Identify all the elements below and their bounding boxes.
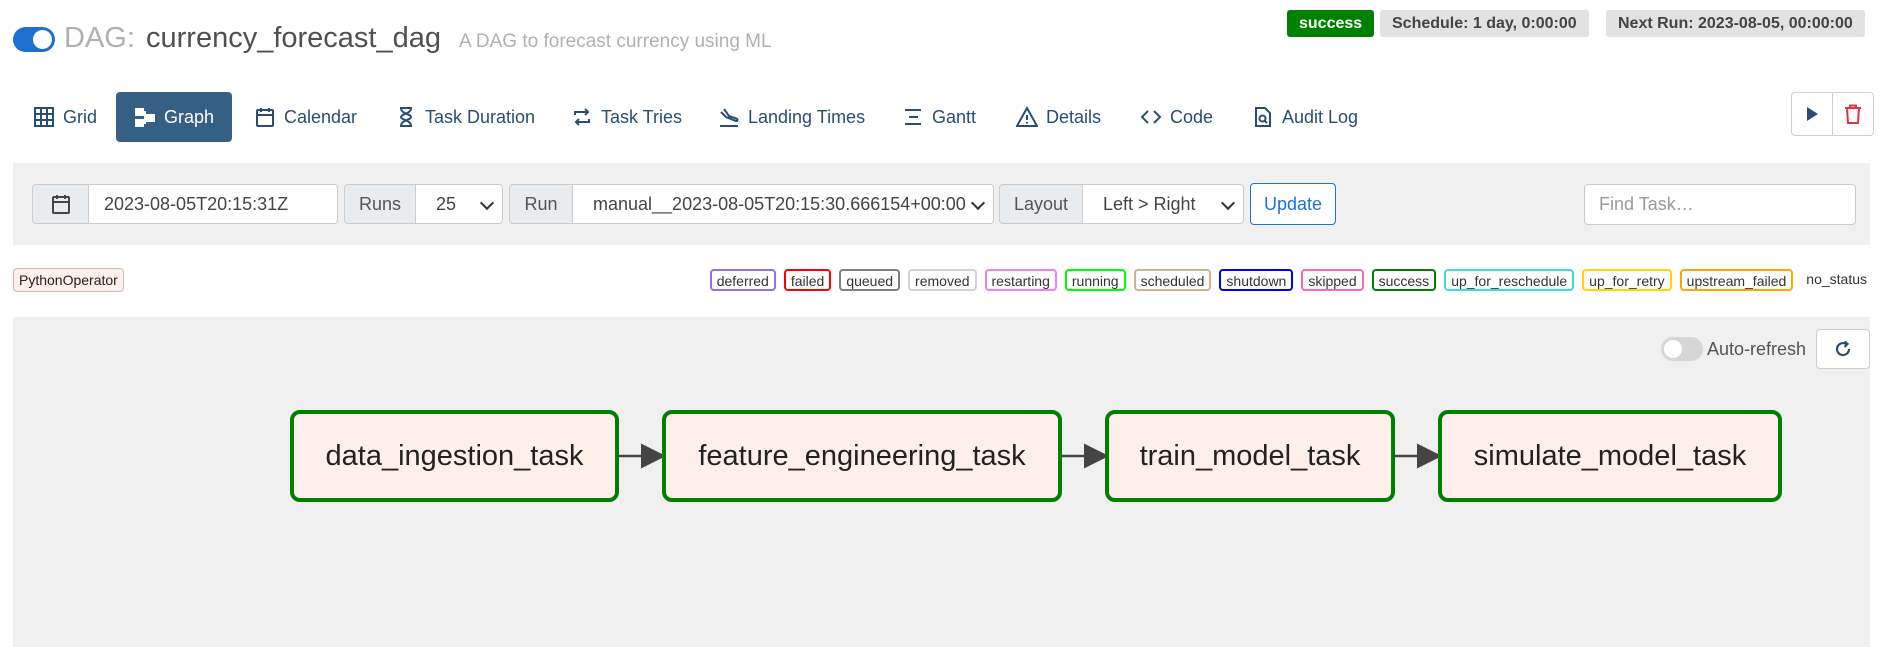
task-node-simulate-model[interactable]: simulate_model_task (1438, 410, 1782, 502)
task-node-feature-engineering[interactable]: feature_engineering_task (662, 410, 1062, 502)
graph-edges (619, 443, 1442, 469)
task-node-train-model[interactable]: train_model_task (1105, 410, 1395, 502)
task-node-data-ingestion[interactable]: data_ingestion_task (290, 410, 619, 502)
